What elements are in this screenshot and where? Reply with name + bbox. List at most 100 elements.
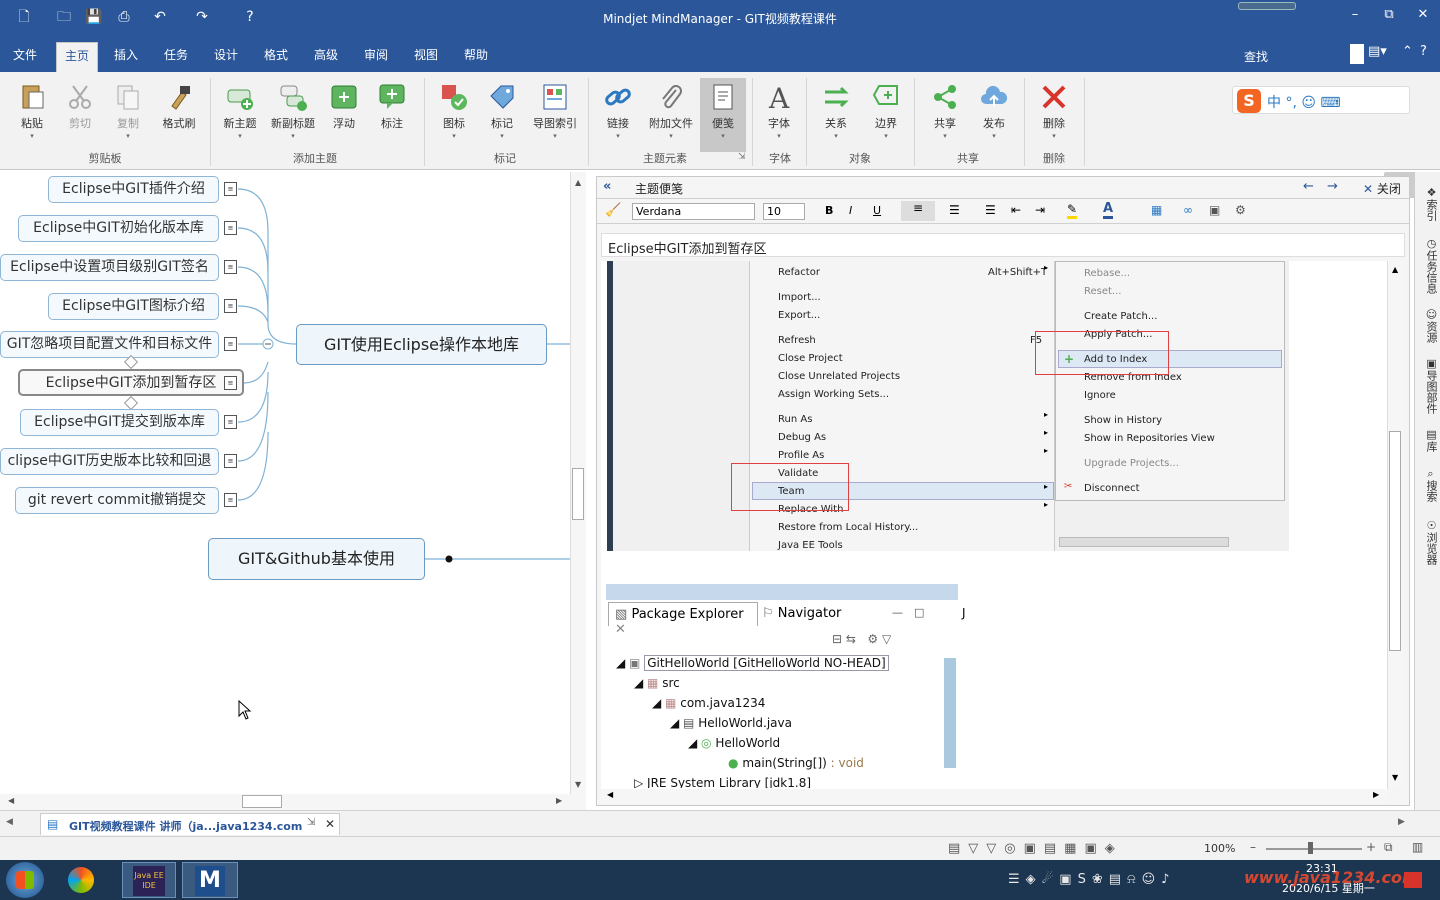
collapse-panel-icon[interactable]: « xyxy=(603,179,611,194)
tab-review[interactable]: 审阅 xyxy=(356,42,396,72)
submenu-item[interactable]: Show in History xyxy=(1084,415,1162,426)
delete-button[interactable]: 删除 ▾ xyxy=(1032,78,1076,154)
ime-mode-icon[interactable]: 中 °, ☺ ⌨ xyxy=(1267,92,1341,112)
explorer-next-tab[interactable]: J xyxy=(962,606,966,620)
zoom-slider-thumb[interactable] xyxy=(1308,842,1313,854)
boundary-button[interactable]: 边界 ▾ xyxy=(864,78,908,154)
bullet-list-icon[interactable]: ☰ xyxy=(985,203,996,217)
notes-horizontal-scrollbar[interactable]: ◀ ▶ xyxy=(601,789,1387,803)
zoom-level[interactable]: 100% xyxy=(1204,842,1235,855)
menu-item-close-project[interactable]: Close Project xyxy=(778,353,843,364)
main-topic-node-2[interactable]: GIT&Github基本使用 xyxy=(208,538,425,580)
ime-toolbar[interactable]: S 中 °, ☺ ⌨ xyxy=(1232,86,1410,114)
copy-button[interactable]: 复制 ▾ xyxy=(106,78,150,154)
subtopic-node-selected[interactable]: Eclipse中GIT添加到暂存区 xyxy=(18,369,244,396)
subtopic-node[interactable]: Eclipse中GIT图标介绍 xyxy=(48,293,219,320)
close-window-button[interactable]: ✕ xyxy=(1408,4,1438,26)
notes-button[interactable]: 便笺 ▾ xyxy=(700,78,746,152)
tab-format[interactable]: 格式 xyxy=(256,42,296,72)
panel-resources[interactable]: ☺资源 xyxy=(1417,302,1439,348)
scroll-down-icon[interactable]: ▼ xyxy=(1392,773,1398,782)
tab-navigator[interactable]: ⚐ Navigator xyxy=(762,606,841,621)
note-icon[interactable]: ≡ xyxy=(224,221,237,235)
tab-home[interactable]: 主页 xyxy=(56,42,99,72)
note-icon[interactable]: ≡ xyxy=(224,376,237,390)
zoom-slider[interactable] xyxy=(1266,848,1362,850)
subtopic-node[interactable]: Eclipse中GIT插件介绍 xyxy=(48,176,219,203)
menu-item-profile-as[interactable]: Profile As xyxy=(778,450,824,461)
main-topic-node[interactable]: GIT使用Eclipse操作本地库 xyxy=(296,324,547,365)
explorer-toolbar-icons[interactable]: ⊟ ⇆ ⚙ ▽ xyxy=(832,632,891,646)
start-button[interactable] xyxy=(6,862,44,898)
notification-icon[interactable] xyxy=(1404,872,1422,888)
document-tab[interactable]: ▤ GIT视频教程课件 讲师（ja...java1234.com ⇲ ✕ xyxy=(40,813,340,835)
tree-item-jre[interactable]: ▷ JRE System Library [jdk1.8] xyxy=(634,776,811,788)
tree-item-method[interactable]: ● main(String[]) : void xyxy=(728,756,864,770)
minimize-view-icon[interactable]: — xyxy=(892,606,903,619)
menu-item-restore-history[interactable]: Restore from Local History... xyxy=(778,522,918,533)
note-icon[interactable]: ≡ xyxy=(224,299,237,313)
search-label[interactable]: 查找 xyxy=(1244,48,1268,65)
explorer-scrollbar[interactable] xyxy=(944,658,956,768)
panel-search[interactable]: ⌕搜索 xyxy=(1417,460,1439,510)
menu-item-refresh[interactable]: Refresh xyxy=(778,335,816,346)
font-size-select[interactable]: 10 xyxy=(763,203,805,220)
attach-file-button[interactable]: 附加文件 ▾ xyxy=(644,78,698,154)
subtopic-node[interactable]: clipse中GIT历史版本比较和回退 xyxy=(0,448,219,475)
underline-icon[interactable]: U xyxy=(873,204,881,217)
scroll-thumb[interactable] xyxy=(242,795,282,808)
tab-view[interactable]: 视图 xyxy=(406,42,446,72)
tags-button[interactable]: 标记 ▾ xyxy=(480,78,524,154)
subtopic-node[interactable]: git revert commit撤销提交 xyxy=(15,487,219,514)
subtopic-node[interactable]: Eclipse中设置项目级别GIT签名 xyxy=(0,254,219,281)
italic-icon[interactable]: I xyxy=(849,204,852,217)
image-icon[interactable]: ▣ xyxy=(1209,203,1220,217)
prev-note-icon[interactable]: ← xyxy=(1303,179,1314,194)
submenu-item[interactable]: Disconnect xyxy=(1084,483,1140,494)
align-left-icon[interactable]: ≡ xyxy=(901,201,935,221)
collapse-ribbon-icon[interactable]: ⌃ xyxy=(1402,44,1413,59)
panel-map-parts[interactable]: ▣导图部件 xyxy=(1417,350,1439,420)
scroll-right-icon[interactable]: ▶ xyxy=(556,796,562,805)
scroll-right-icon[interactable]: ▶ xyxy=(1373,790,1379,799)
fit-map-icon[interactable]: ⧉ xyxy=(1384,840,1393,855)
publish-button[interactable]: 发布 ▾ xyxy=(972,78,1016,154)
note-content-area[interactable]: Refactor Alt+Shift+T Import... Export...… xyxy=(601,261,1387,789)
note-icon[interactable]: ≡ xyxy=(224,182,237,196)
tree-item-src[interactable]: ◢ ▦ src xyxy=(634,676,680,690)
ribbon-options-icon[interactable]: ▤▾ xyxy=(1368,44,1387,59)
taskbar-app-eclipse[interactable]: Java EE IDE xyxy=(122,862,176,898)
relationship-button[interactable]: 关系 ▾ xyxy=(814,78,858,154)
scroll-up-icon[interactable]: ▲ xyxy=(575,178,581,187)
font-family-select[interactable]: Verdana xyxy=(632,203,755,220)
dialog-launcher-icon[interactable]: ⇲ xyxy=(738,152,746,162)
taskbar-app-colorful[interactable] xyxy=(64,863,104,897)
tree-item-class[interactable]: ◢ ◎ HelloWorld xyxy=(688,736,780,750)
tab-help[interactable]: 帮助 xyxy=(456,42,496,72)
map-horizontal-scrollbar[interactable]: ◀ ▶ xyxy=(0,794,586,810)
submenu-item[interactable]: Ignore xyxy=(1084,390,1116,401)
share-button[interactable]: 共享 ▾ xyxy=(922,78,968,154)
paste-button[interactable]: 粘贴 ▾ xyxy=(10,78,54,154)
callout-button[interactable]: 标注 xyxy=(372,78,412,154)
numbered-list-icon[interactable]: ☰ xyxy=(949,203,960,217)
scroll-thumb[interactable] xyxy=(572,468,584,520)
scroll-left-icon[interactable]: ◀ xyxy=(607,790,613,799)
panel-index[interactable]: ❖索引 xyxy=(1417,178,1439,228)
taskbar-app-mindmanager[interactable]: M xyxy=(182,862,238,898)
indent-icon[interactable]: ⇥ xyxy=(1035,203,1045,217)
view-filter-icons[interactable]: ▤▽▽◎▣▤▦▣◈ xyxy=(948,841,1123,856)
link-button[interactable]: 链接 ▾ xyxy=(596,78,640,154)
system-tray-icons[interactable]: ☰◈☄▣S❀▤⍾☺♪ xyxy=(1008,872,1175,887)
close-tab-icon[interactable]: ✕ xyxy=(615,622,626,637)
menu-item-debug-as[interactable]: Debug As xyxy=(778,432,826,443)
tab-advanced[interactable]: 高级 xyxy=(306,42,346,72)
menu-item-export[interactable]: Export... xyxy=(778,310,820,321)
notes-vertical-scrollbar[interactable]: ▲ ▼ xyxy=(1387,261,1403,789)
map-canvas[interactable]: Eclipse中GIT插件介绍 Eclipse中GIT初始化版本库 Eclips… xyxy=(0,172,570,794)
tab-design[interactable]: 设计 xyxy=(206,42,246,72)
menu-item-javaee-tools[interactable]: Java EE Tools xyxy=(778,540,843,551)
map-vertical-scrollbar[interactable]: ▲ ▼ xyxy=(570,172,586,794)
new-subtopic-button[interactable]: 新副标题 ▾ xyxy=(266,78,320,154)
menu-item-run-as[interactable]: Run As xyxy=(778,414,812,425)
